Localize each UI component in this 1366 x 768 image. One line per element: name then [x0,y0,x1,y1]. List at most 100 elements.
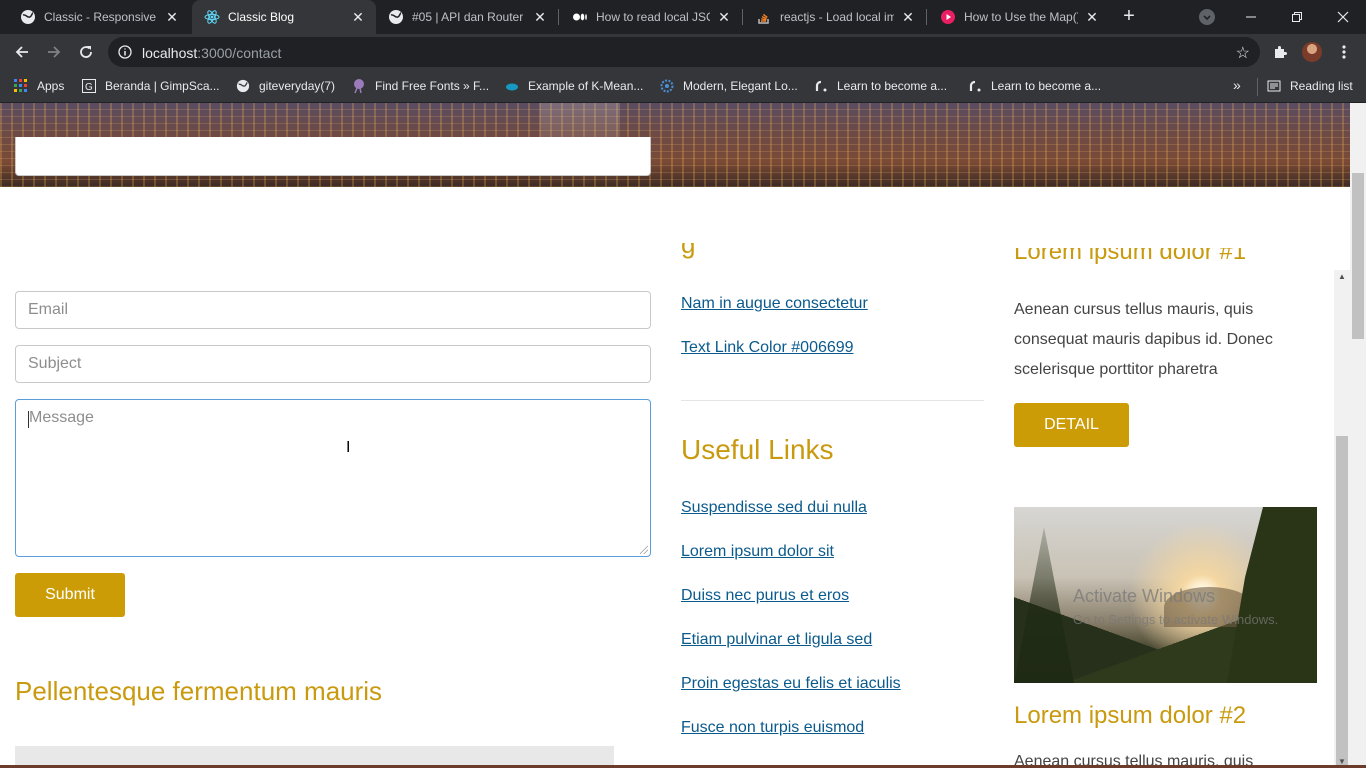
tab-classic-blog[interactable]: Classic Blog ✕ [192,0,376,34]
close-tab-icon[interactable]: ✕ [1084,9,1100,26]
forward-icon[interactable] [43,41,65,63]
stackoverflow-icon [756,9,772,25]
globe-icon [388,9,404,25]
tab-separator [926,9,927,25]
email-field[interactable]: Email [15,291,651,329]
link-text-link-color[interactable]: Text Link Color #006699 [681,339,854,357]
scrollbar-thumb[interactable] [1352,173,1364,339]
subject-placeholder: Subject [28,355,82,372]
section-heading: Pellentesque fermentum mauris [15,676,383,706]
tab-search-icon[interactable] [1199,9,1215,25]
globe-icon [20,9,36,25]
extensions-icon[interactable] [1269,41,1291,63]
menu-kebab-icon[interactable] [1333,41,1355,63]
fonts-icon [352,79,366,94]
bookmark-modern-elegant[interactable]: Modern, Elegant Lo... [660,70,798,102]
bookmark-gimpscape[interactable]: G Beranda | GimpSca... [82,70,220,102]
tab-read-local-json[interactable]: How to read local JSON ✕ [560,0,742,34]
resize-grip-icon[interactable] [640,546,648,554]
bookmarks-bar: Apps G Beranda | GimpSca... giteveryday(… [0,70,1366,103]
new-tab-button[interactable]: + [1118,5,1140,27]
tab-title: #05 | API dan Router di [412,10,526,24]
info-icon[interactable] [118,45,132,59]
reload-icon[interactable] [75,41,97,63]
url-text: localhost:3000/contact [142,45,281,61]
bookmark-label: Example of K-Mean... [528,79,644,93]
profile-avatar[interactable] [1302,42,1322,62]
bookmark-label: giteveryday(7) [259,79,336,93]
post-2-heading: Lorem ipsum dolor #2 [1014,702,1247,729]
scrollbar-thumb[interactable] [1336,436,1348,768]
name-field[interactable] [15,137,651,176]
gear-logo-icon [660,79,674,93]
tab-title: How to Use the Map() [964,10,1078,24]
tab-separator [742,9,743,25]
submit-button[interactable]: Submit [15,573,125,617]
react-icon [204,9,220,25]
reading-list-icon [1267,79,1281,93]
close-tab-icon[interactable]: ✕ [532,9,548,26]
tab-reactjs-load-local[interactable]: reactjs - Load local ima ✕ [744,0,926,34]
detail-button[interactable]: DETAIL [1014,403,1129,447]
useful-link[interactable]: Suspendisse sed dui nulla [681,499,867,517]
bookmark-star-icon[interactable]: ☆ [1236,43,1250,63]
post-1-heading-text: Lorem ipsum dolor #1 [1014,248,1247,265]
close-tab-icon[interactable]: ✕ [900,9,916,26]
partial-heading: g [681,243,696,259]
bookmark-learn-2[interactable]: Learn to become a... [968,70,1101,102]
useful-link[interactable]: Proin egestas eu felis et iaculis [681,675,901,693]
tab-map-function[interactable]: How to Use the Map() ✕ [928,0,1110,34]
apps-grid-icon [14,79,28,93]
activate-windows-title: Activate Windows [1073,586,1216,606]
bookmarks-divider [1257,78,1258,96]
page-scrollbar[interactable] [1350,103,1366,768]
message-field[interactable]: Message [15,399,651,557]
address-bar[interactable]: localhost:3000/contact ☆ [108,37,1260,67]
medium-icon [572,9,588,25]
back-icon[interactable] [11,41,33,63]
tab-classic-responsive[interactable]: Classic - Responsive Bl ✕ [8,0,190,34]
subject-field[interactable]: Subject [15,345,651,383]
useful-link[interactable]: Duiss nec purus et eros [681,587,849,605]
email-placeholder: Email [28,301,69,318]
useful-link[interactable]: Lorem ipsum dolor sit [681,543,834,561]
bookmark-label: Apps [37,79,65,93]
sidebar-scrollbar[interactable]: ▲ ▼ [1334,270,1350,768]
reading-list-label: Reading list [1290,79,1353,93]
post-1-heading: Lorem ipsum dolor #1 [1014,248,1246,270]
close-tab-icon[interactable]: ✕ [716,9,732,26]
restore-icon[interactable] [1274,0,1320,34]
minimize-icon[interactable] [1228,0,1274,34]
close-tab-icon[interactable]: ✕ [350,9,366,26]
tab-title: Classic Blog [228,10,295,24]
link-nam-in-augue[interactable]: Nam in augue consectetur [681,295,868,313]
message-placeholder: Message [29,409,94,426]
svg-text:G: G [85,82,93,93]
gimpscape-icon: G [82,79,96,93]
useful-link[interactable]: Fusce non turpis euismod [681,719,864,737]
bookmark-k-means[interactable]: Example of K-Mean... [505,70,643,102]
more-bookmarks-chevron-icon[interactable]: » [1233,77,1241,93]
useful-links-heading: Useful Links [681,434,834,465]
roadmap-icon [814,79,828,93]
tab-strip: Classic - Responsive Bl ✕ Classic Blog ✕… [0,0,1366,34]
close-tab-icon[interactable]: ✕ [164,9,180,26]
bookmark-free-fonts[interactable]: Find Free Fonts » F... [352,70,489,102]
tab-title: reactjs - Load local ima [780,10,894,24]
bookmark-learn-1[interactable]: Learn to become a... [814,70,947,102]
tab-separator [558,9,559,25]
globe-icon [236,79,250,93]
close-window-icon[interactable] [1320,0,1366,34]
post-1-excerpt: Aenean cursus tellus mauris, quis conseq… [1014,301,1273,378]
useful-link[interactable]: Etiam pulvinar et ligula sed [681,631,872,649]
page-content: Email Subject Message I Submit Pellentes… [0,103,1350,768]
video-icon [940,9,956,25]
scroll-up-icon[interactable]: ▲ [1338,272,1346,281]
bookmark-apps[interactable]: Apps [14,70,64,102]
bookmark-label: Find Free Fonts » F... [375,79,490,93]
bookmark-label: Learn to become a... [837,79,948,93]
tab-api-router[interactable]: #05 | API dan Router di ✕ [376,0,558,34]
reading-list-button[interactable]: Reading list [1267,70,1353,102]
bookmark-giteveryday[interactable]: giteveryday(7) [236,70,335,102]
tab-title: Classic - Responsive Bl [44,10,158,24]
